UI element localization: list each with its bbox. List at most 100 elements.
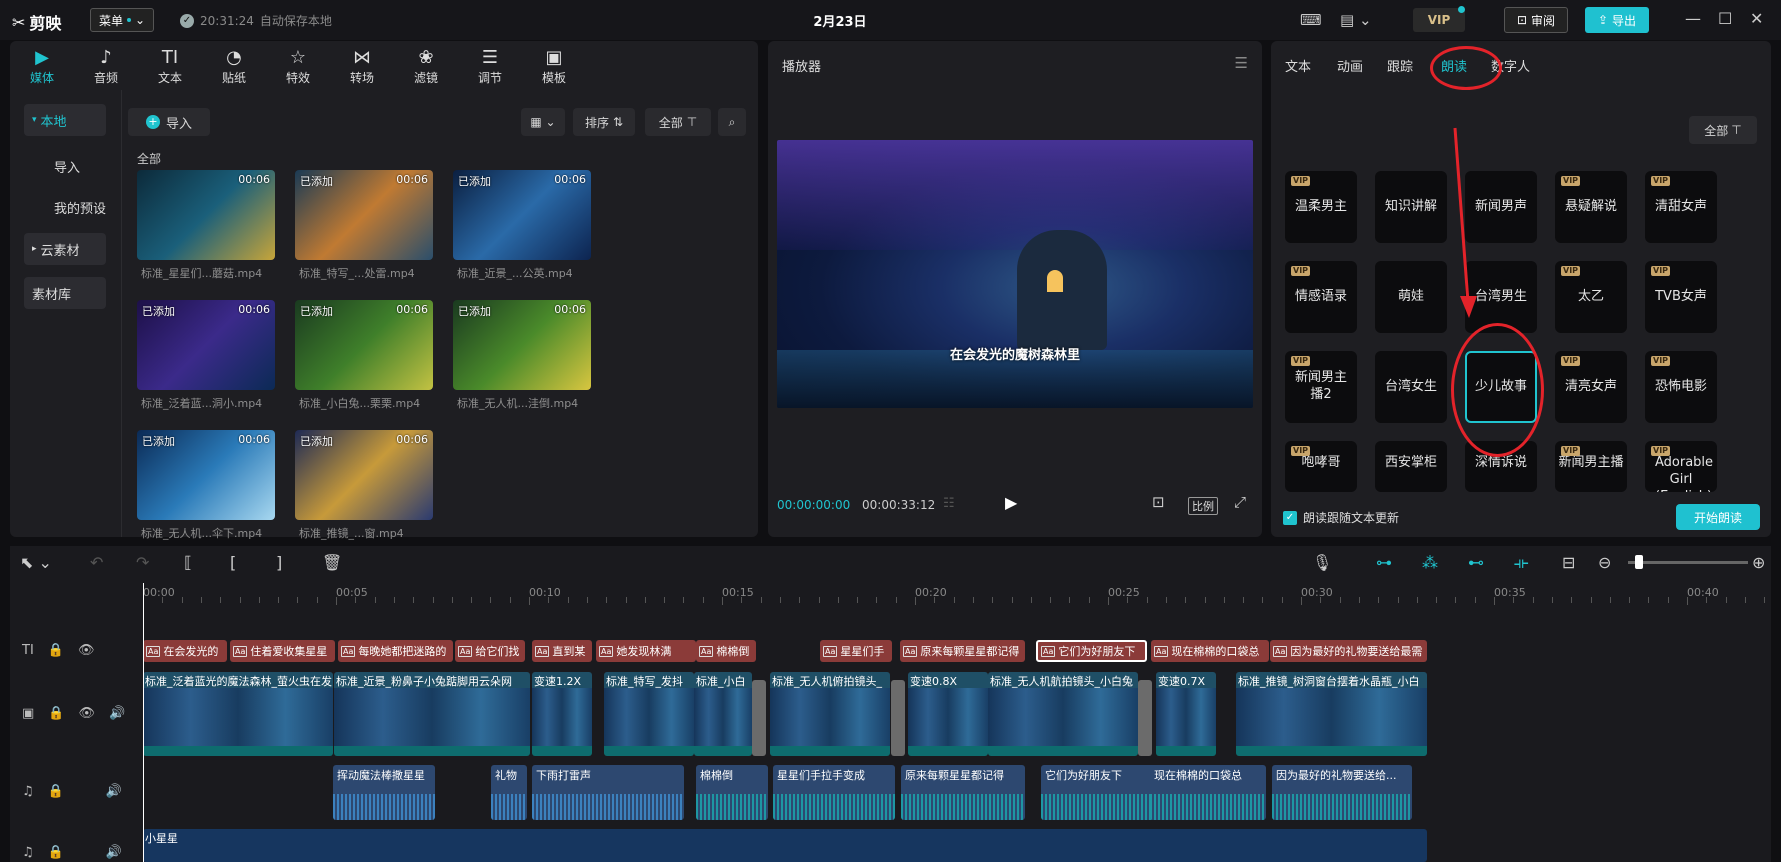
voice-card[interactable]: 台湾男生 (1465, 261, 1537, 333)
split-icon[interactable]: ⟦ (184, 553, 192, 572)
eye-icon[interactable]: 👁 (78, 643, 95, 658)
transition-marker[interactable] (752, 680, 766, 756)
media-thumbnail[interactable]: 00:06 (137, 170, 275, 260)
undo-icon[interactable]: ↶ (90, 553, 103, 572)
caption-clip[interactable]: Aa 每晚她都把迷路的 (338, 640, 453, 662)
caption-clip[interactable]: Aa 它们为好朋友下 (1036, 640, 1147, 662)
sidebar-item-import[interactable]: 导入 (24, 150, 106, 182)
audio-clip[interactable]: 下雨打雷声 (532, 765, 684, 820)
zoom-in-icon[interactable]: ⊕ (1752, 553, 1765, 572)
video-clip[interactable]: 标准_无人机航拍镜头_小白兔 (988, 672, 1138, 756)
sidebar-item-cloud[interactable]: ▸ 云素材 (24, 233, 106, 265)
voice-filter-button[interactable]: 全部 ⊤ (1689, 116, 1757, 144)
voice-card[interactable]: VIP 恐怖电影 (1645, 351, 1717, 423)
video-clip[interactable]: 标准_无人机俯拍镜头_ (770, 672, 890, 756)
video-preview[interactable]: 在会发光的魔树森林里 (777, 140, 1253, 408)
close-icon[interactable]: ✕ (1750, 9, 1763, 28)
media-thumbnail[interactable]: 已添加 00:06 (295, 430, 433, 520)
speaker-icon[interactable]: 🔊 (106, 845, 122, 860)
caption-clip[interactable]: Aa 星星们手 (820, 640, 892, 662)
lock-icon[interactable]: 🔒 (48, 784, 64, 799)
fullscreen-icon[interactable]: ⤢ (1234, 493, 1246, 511)
player-menu-icon[interactable]: ☰ (1235, 54, 1248, 72)
media-thumbnail[interactable]: 已添加 00:06 (137, 300, 275, 390)
voice-card[interactable]: 知识讲解 (1375, 171, 1447, 243)
keyboard-icon[interactable]: ⌨ (1300, 11, 1322, 29)
video-clip[interactable]: 标准_小白 (694, 672, 752, 756)
audio-clip[interactable]: 原来每颗星星都记得 (901, 765, 1025, 820)
music-clip[interactable]: 小星星 (143, 829, 1427, 862)
lock-icon[interactable]: 🔒 (48, 706, 64, 721)
caption-clip[interactable]: Aa 她发现林满 (596, 640, 696, 662)
voice-card[interactable]: 萌娃 (1375, 261, 1447, 333)
grid-icon[interactable]: ☷ (943, 496, 955, 511)
voice-card[interactable]: VIP 清亮女声 (1555, 351, 1627, 423)
screenshot-icon[interactable]: ⊡ (1152, 493, 1165, 511)
review-button[interactable]: ⊡ 审阅 (1504, 7, 1568, 33)
media-thumbnail[interactable]: 已添加 00:06 (295, 300, 433, 390)
maximize-icon[interactable]: ☐ (1718, 9, 1732, 28)
prop-tab-0[interactable]: 文本 (1285, 56, 1311, 75)
voice-card[interactable]: 台湾女生 (1375, 351, 1447, 423)
microphone-icon[interactable]: 🎙 (1312, 553, 1332, 572)
zoom-slider-thumb[interactable] (1635, 555, 1643, 569)
caption-clip[interactable]: Aa 在会发光的 (143, 640, 227, 662)
audio-clip[interactable]: 挥动魔法棒撒星星 (333, 765, 435, 820)
voice-card[interactable]: VIP 悬疑解说 (1555, 171, 1627, 243)
speaker-icon[interactable]: 🔊 (106, 784, 122, 799)
caption-clip[interactable]: Aa 直到某 (532, 640, 592, 662)
speaker-icon[interactable]: 🔊 (109, 706, 125, 721)
audio-clip[interactable]: 它们为好朋友下 (1041, 765, 1161, 820)
split-left-icon[interactable]: [ (230, 553, 236, 572)
linkage-icon[interactable]: ⊷ (1468, 553, 1484, 572)
voice-card[interactable]: 西安掌柜 (1375, 441, 1447, 492)
audio-clip[interactable]: 因为最好的礼物要送给... (1272, 765, 1412, 820)
preview-axis-icon[interactable]: ⟛ (1514, 553, 1529, 573)
export-button[interactable]: ⇪ 导出 (1585, 7, 1649, 33)
sidebar-item-library[interactable]: 素材库 (24, 277, 106, 309)
timeline-ruler[interactable]: 00:00 00:05 00:10 00:15 00:20 00:25 00:30 00:35… (143, 583, 1771, 605)
redo-icon[interactable]: ↷ (136, 553, 149, 572)
audio-clip[interactable]: 现在棉棉的口袋总 (1150, 765, 1266, 820)
caption-clip[interactable]: Aa 因为最好的礼物要送给最需 (1270, 640, 1427, 662)
transition-marker[interactable] (891, 680, 905, 756)
caption-clip[interactable]: Aa 棉棉倒 (696, 640, 756, 662)
select-tool-icon[interactable]: ⬉ ⌄ (20, 553, 52, 572)
caption-clip[interactable]: Aa 原来每颗星星都记得 (900, 640, 1025, 662)
voice-card[interactable]: VIP 太乙 (1555, 261, 1627, 333)
caption-clip[interactable]: Aa 住着爱收集星星 (230, 640, 335, 662)
voice-card[interactable]: VIP 新闻男主播2 (1285, 351, 1357, 423)
vip-button[interactable]: VIP (1413, 8, 1465, 32)
caption-clip[interactable]: Aa 现在棉棉的口袋总 (1151, 640, 1269, 662)
ratio-button[interactable]: 比例 (1188, 497, 1218, 515)
view-toggle-button[interactable]: ▦ ⌄ (521, 108, 565, 136)
minimize-icon[interactable]: — (1685, 9, 1701, 28)
voice-card[interactable]: VIP 清甜女声 (1645, 171, 1717, 243)
transition-marker[interactable] (1138, 680, 1152, 756)
tab-0[interactable]: ▶ 媒体 (10, 41, 74, 87)
tab-4[interactable]: ☆ 特效 (266, 41, 330, 87)
caption-clip[interactable]: Aa 给它们找 (455, 640, 525, 662)
tab-8[interactable]: ▣ 模板 (522, 41, 586, 87)
tab-5[interactable]: ⋈ 转场 (330, 41, 394, 87)
tab-1[interactable]: ♪ 音频 (74, 41, 138, 87)
filter-all-button[interactable]: 全部 ⊤ (645, 108, 711, 136)
voice-card[interactable]: VIP TVB女声 (1645, 261, 1717, 333)
lock-icon[interactable]: 🔒 (48, 643, 64, 658)
media-thumbnail[interactable]: 已添加 00:06 (295, 170, 433, 260)
import-button[interactable]: + 导入 (128, 108, 210, 136)
tab-6[interactable]: ❀ 滤镜 (394, 41, 458, 87)
eye-icon[interactable]: 👁 (78, 706, 95, 721)
voice-card[interactable]: VIP 温柔男主 (1285, 171, 1357, 243)
video-clip[interactable]: 标准_近景_粉鼻子小兔踮脚用云朵网 (334, 672, 530, 756)
video-clip[interactable]: 标准_推镜_树洞窗台摆着水晶瓶_小白 (1236, 672, 1427, 756)
voice-card[interactable]: VIP 咆哮哥 (1285, 441, 1357, 492)
link-main-track-icon[interactable]: ⊶ (1376, 553, 1392, 572)
video-clip[interactable]: 变速1.2X (532, 672, 592, 756)
zoom-out-icon[interactable]: ⊖ (1598, 553, 1611, 572)
menu-button[interactable]: 菜单 ⌄ (90, 8, 154, 32)
zoom-slider-track[interactable] (1628, 561, 1748, 564)
prop-tab-1[interactable]: 动画 (1337, 56, 1363, 75)
voice-card[interactable]: VIP 新闻男主播 (1555, 441, 1627, 492)
sidebar-item-local[interactable]: ▾ 本地 (24, 104, 106, 136)
